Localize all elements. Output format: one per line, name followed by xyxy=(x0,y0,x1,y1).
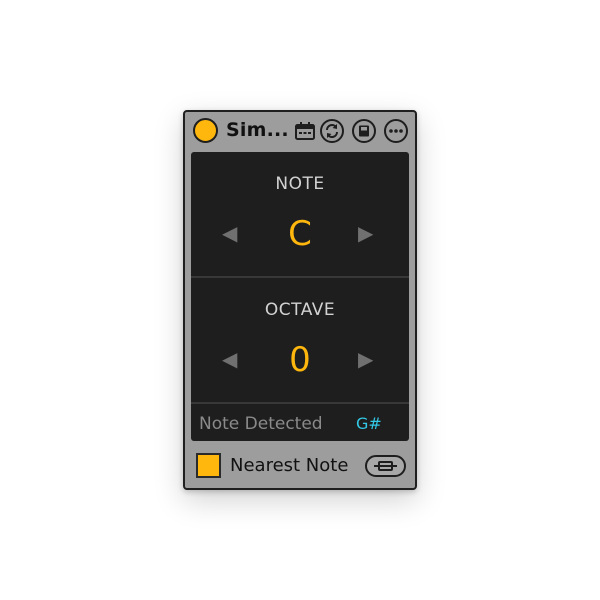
more-icon[interactable] xyxy=(384,119,408,143)
nearest-note-label: Nearest Note xyxy=(230,455,349,476)
bottom-bar: Nearest Note xyxy=(185,446,415,488)
section-divider xyxy=(191,402,409,404)
note-next-arrow[interactable]: ▶ xyxy=(358,223,373,243)
note-detected-value: G# xyxy=(356,414,382,433)
device-panel: NOTE ◀ C ▶ OCTAVE ◀ 0 ▶ Note Detected G# xyxy=(191,152,409,441)
mapping-icon xyxy=(374,461,397,471)
section-divider xyxy=(191,276,409,278)
octave-label: OCTAVE xyxy=(264,300,336,320)
map-button[interactable] xyxy=(365,455,406,477)
note-detected-label: Note Detected xyxy=(199,414,323,434)
device-titlebar: Sim... xyxy=(185,112,415,148)
save-icon[interactable] xyxy=(352,119,376,143)
device-window: Sim... NOTE ◀ C ▶ OCTAVE ◀ 0 ▶ Note Dete… xyxy=(183,110,417,490)
note-value[interactable]: C xyxy=(191,217,409,251)
note-label: NOTE xyxy=(275,174,325,194)
octave-next-arrow[interactable]: ▶ xyxy=(358,349,373,369)
calendar-icon[interactable] xyxy=(293,119,317,143)
nearest-note-toggle[interactable] xyxy=(196,453,221,478)
refresh-icon[interactable] xyxy=(320,119,344,143)
device-title[interactable]: Sim... xyxy=(226,119,289,141)
device-power-button[interactable] xyxy=(193,118,218,143)
octave-value[interactable]: 0 xyxy=(191,343,409,377)
